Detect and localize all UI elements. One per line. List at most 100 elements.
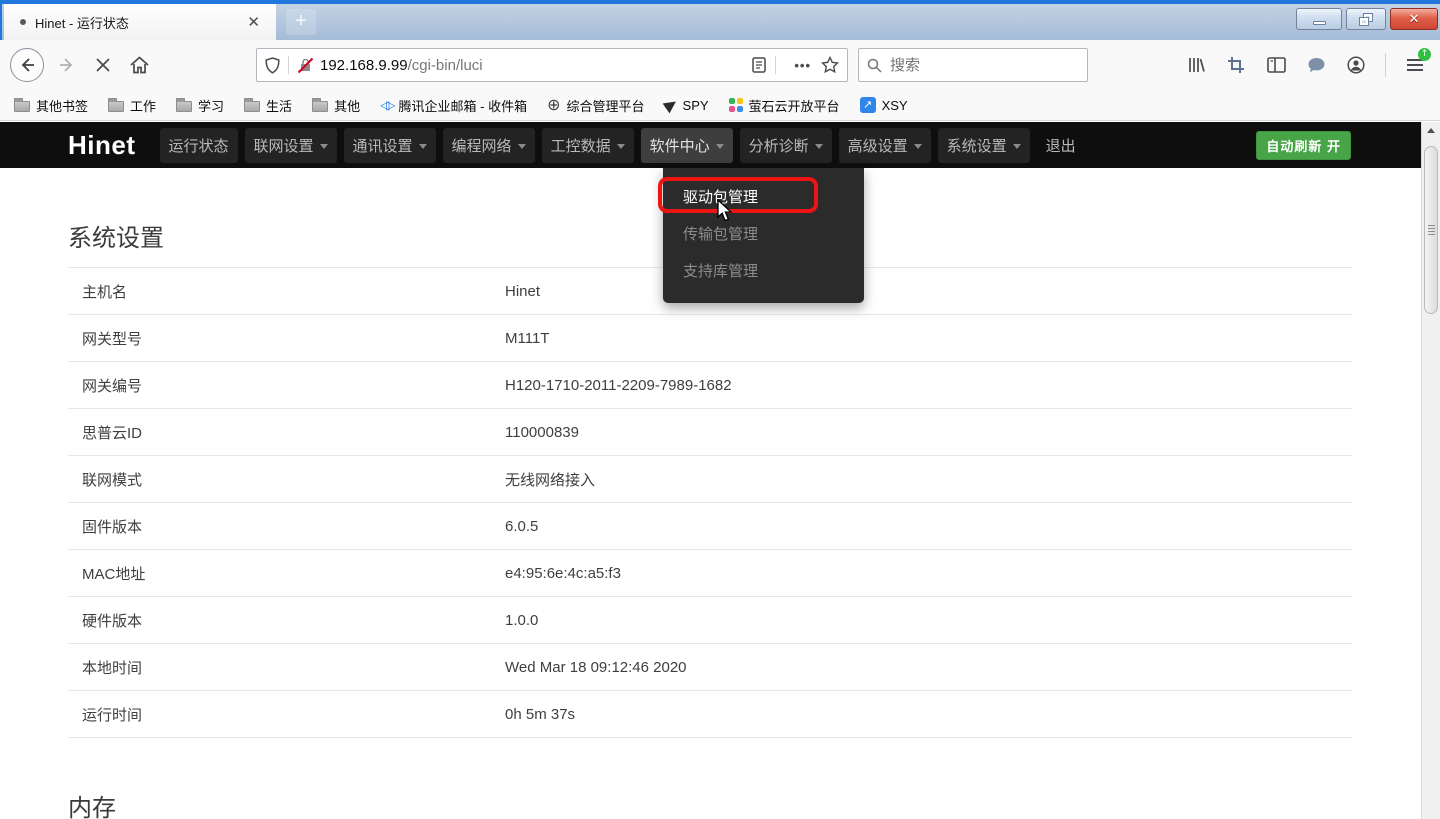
browser-tab[interactable]: Hinet - 运行状态 ✕ [4, 4, 276, 40]
bookmark-label: 腾讯企业邮箱 - 收件箱 [399, 96, 528, 115]
nav-item-comm-settings[interactable]: 通讯设置 [344, 128, 436, 163]
bookmark-item[interactable]: ↗ XSY [860, 97, 908, 113]
dropdown-item-driver-package[interactable]: 驱动包管理 [663, 178, 864, 215]
url-text[interactable]: 192.168.9.99/cgi-bin/luci [320, 57, 751, 74]
nav-item-network-settings[interactable]: 联网设置 [245, 128, 337, 163]
toolbar-divider [1385, 53, 1386, 77]
bookmark-label: 萤石云开放平台 [749, 96, 840, 115]
search-input[interactable] [890, 57, 1060, 74]
bookmarks-bar: 其他书签 工作 学习 生活 其他 ◁▷ 腾讯企业邮箱 - 收件箱 ⊕ 综合管理平… [0, 90, 1440, 121]
nav-item-label: 软件中心 [650, 135, 710, 156]
new-tab-button[interactable]: + [286, 9, 316, 35]
bookmark-item[interactable]: ⊕ 综合管理平台 [547, 96, 644, 115]
chevron-down-icon [320, 144, 328, 149]
bookmark-item[interactable]: SPY [665, 98, 709, 113]
bookmark-item[interactable]: 生活 [244, 96, 292, 115]
update-badge-icon: ↑ [1418, 48, 1431, 61]
bookmark-item[interactable]: 工作 [108, 96, 156, 115]
bookmark-item[interactable]: ◁▷ 腾讯企业邮箱 - 收件箱 [380, 96, 527, 115]
bookmark-item[interactable]: 萤石云开放平台 [729, 96, 840, 115]
home-button[interactable] [124, 50, 154, 80]
row-value: 0h 5m 37s [505, 706, 1352, 723]
bookmark-item[interactable]: 其他书签 [14, 96, 88, 115]
nav-item-label: 运行状态 [169, 135, 229, 156]
nav-item-analysis-diagnosis[interactable]: 分析诊断 [740, 128, 832, 163]
dropdown-item-transfer-package[interactable]: 传输包管理 [663, 215, 864, 252]
nav-item-programming-network[interactable]: 编程网络 [443, 128, 535, 163]
forward-button[interactable] [52, 50, 82, 80]
table-row: 思普云ID 110000839 [68, 409, 1352, 456]
row-label: 本地时间 [82, 657, 505, 678]
chevron-down-icon [617, 144, 625, 149]
nav-item-label: 工控数据 [551, 135, 611, 156]
chat-bubble-icon[interactable] [1301, 50, 1331, 80]
scrollbar-thumb[interactable] [1424, 146, 1438, 314]
table-row: 联网模式 无线网络接入 [68, 456, 1352, 503]
bookmark-item[interactable]: 学习 [176, 96, 224, 115]
bookmark-item[interactable]: 其他 [312, 96, 360, 115]
search-icon [867, 58, 882, 73]
nav-item-label: 联网设置 [254, 135, 314, 156]
minimize-button[interactable] [1296, 8, 1342, 30]
search-bar[interactable] [858, 48, 1088, 82]
plane-icon [662, 97, 679, 114]
folder-icon [312, 101, 328, 112]
insecure-lock-icon[interactable] [297, 57, 314, 74]
urlbar-divider [288, 56, 289, 74]
dropdown-item-support-library[interactable]: 支持库管理 [663, 252, 864, 289]
nav-item-label: 系统设置 [947, 135, 1007, 156]
bookmark-label: SPY [683, 98, 709, 113]
bookmark-label: 工作 [130, 96, 156, 115]
browser-window: Hinet - 运行状态 ✕ + ✕ [0, 0, 1440, 819]
window-controls: ✕ [1296, 8, 1438, 30]
colored-blocks-icon [729, 98, 743, 112]
nav-item-software-center[interactable]: 软件中心 [641, 128, 733, 163]
row-label: 网关编号 [82, 375, 505, 396]
reader-mode-icon[interactable] [751, 57, 767, 73]
nav-item-run-status[interactable]: 运行状态 [160, 128, 238, 163]
menu-hamburger-icon[interactable]: ↑ [1400, 50, 1430, 80]
memory-section-title: 内存 [68, 788, 1421, 819]
nav-item-system-settings[interactable]: 系统设置 [938, 128, 1030, 163]
nav-item-advanced-settings[interactable]: 高级设置 [839, 128, 931, 163]
row-value: 1.0.0 [505, 612, 1352, 629]
row-label: 固件版本 [82, 516, 505, 537]
chevron-down-icon [914, 144, 922, 149]
stop-button[interactable] [88, 50, 118, 80]
urlbar-divider2 [775, 56, 776, 74]
back-button[interactable] [10, 48, 44, 82]
row-value: 无线网络接入 [505, 469, 1352, 490]
screenshot-crop-icon[interactable] [1221, 50, 1251, 80]
mouse-cursor [714, 199, 735, 223]
url-path: /cgi-bin/luci [408, 57, 483, 74]
site-logo[interactable]: Hinet [68, 130, 136, 161]
bookmark-label: 生活 [266, 96, 292, 115]
account-icon[interactable] [1341, 50, 1371, 80]
restore-button[interactable] [1346, 8, 1386, 30]
row-value: 6.0.5 [505, 518, 1352, 535]
navigation-toolbar: 192.168.9.99/cgi-bin/luci ••• [0, 40, 1440, 90]
table-row: 固件版本 6.0.5 [68, 503, 1352, 550]
globe-icon: ⊕ [547, 97, 560, 113]
page-viewport: Hinet 运行状态 联网设置 通讯设置 编程网络 工控数据 [0, 122, 1421, 819]
bookmark-star-icon[interactable] [821, 56, 839, 74]
nav-item-logout[interactable]: 退出 [1037, 128, 1085, 163]
nav-item-label: 通讯设置 [353, 135, 413, 156]
tab-close-icon[interactable]: ✕ [241, 13, 266, 31]
software-center-dropdown: 驱动包管理 传输包管理 支持库管理 [663, 168, 864, 303]
library-icon[interactable] [1181, 50, 1211, 80]
tracking-shield-icon[interactable] [265, 57, 280, 74]
scrollbar-up-arrow[interactable] [1422, 122, 1440, 139]
row-label: 主机名 [82, 281, 505, 302]
url-bar[interactable]: 192.168.9.99/cgi-bin/luci ••• [256, 48, 848, 82]
row-value: Hinet [505, 283, 1352, 300]
auto-refresh-toggle[interactable]: 自动刷新 开 [1256, 131, 1351, 160]
page-actions-icon[interactable]: ••• [794, 58, 811, 73]
page-scrollbar[interactable] [1421, 122, 1440, 819]
table-row: 运行时间 0h 5m 37s [68, 691, 1352, 738]
close-button[interactable]: ✕ [1390, 8, 1438, 30]
tencent-exmail-icon: ◁▷ [380, 98, 392, 112]
sidebar-toggle-icon[interactable] [1261, 50, 1291, 80]
nav-item-industrial-data[interactable]: 工控数据 [542, 128, 634, 163]
table-row: 网关型号 M111T [68, 315, 1352, 362]
